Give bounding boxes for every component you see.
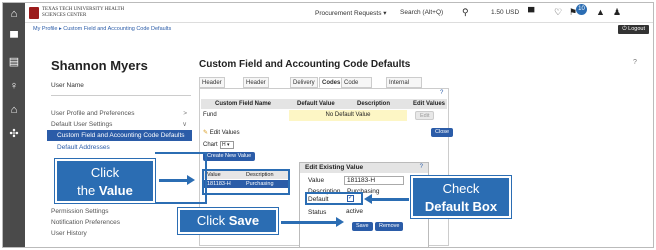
callout-text: Default Box [424,199,498,214]
tab-internal-information[interactable]: Internal Information [386,77,423,97]
callout-text: Click [90,165,120,180]
network-icon[interactable]: ✣ [7,127,21,141]
logout-button[interactable]: ⏻ Logout [618,25,649,34]
tab-header-int[interactable]: Header (int.) [199,77,225,97]
remove-button[interactable]: Remove [375,222,404,231]
sidebar-item-custom-field-defaults[interactable]: Custom Field and Accounting Code Default… [47,130,192,141]
heart-icon[interactable]: ♡ [554,7,562,18]
alert-icon[interactable]: ▲ [596,7,605,17]
orders-icon[interactable]: ♀ [7,79,21,93]
default-checkbox[interactable]: ✓ [347,195,354,202]
column-header: Custom Field Name [215,101,272,107]
documents-icon[interactable]: ▤ [7,55,21,69]
tab-code-favorites[interactable]: Code Favorites [341,77,372,97]
arrow-to-default [371,198,409,201]
sidebar-item-label: Notification Preferences [51,219,121,226]
dialog-help-icon[interactable]: ? [420,164,423,170]
search-field[interactable]: Search (Alt+Q) [400,9,443,16]
create-new-value-button[interactable]: Create New Value [203,152,256,161]
procurement-requests-menu[interactable]: Procurement Requests ▾ [315,9,387,17]
sidebar-item-label: User History [51,230,87,237]
chevron-down-icon: ▾ [225,142,230,148]
callout-text: Click [196,213,229,228]
check-default-callout: Check Default Box [411,176,511,218]
user-name-label: User Name [51,82,84,89]
cart-icon[interactable]: ▀ [7,31,21,45]
value-input[interactable]: 181183-H [344,176,404,185]
sidebar-item-label: Permission Settings [51,208,109,215]
value-label: Value [308,177,325,184]
arrow-head-icon [364,194,372,204]
pencil-icon: ✎ [203,130,209,136]
sidebar-item-notification-preferences[interactable]: Notification Preferences> [51,217,191,228]
notification-badge[interactable]: 10 [576,4,587,15]
university-name: TEXAS TECH UNIVERSITY HEALTH SCIENCES CE… [42,7,125,18]
sidebar-item-label: Default User Settings [51,121,113,128]
sidebar-item-default-settings[interactable]: Default User Settings ∨ [51,119,191,130]
bank-icon[interactable]: ⌂ [7,103,21,117]
click-value-callout: Click the Value [55,159,155,203]
column-header: Edit Values [413,101,446,107]
column-header: Value [207,172,221,178]
column-header: Description [357,101,391,107]
column-header: Description [246,172,274,178]
divider [51,95,191,96]
save-button[interactable]: Save [352,222,373,231]
tab-codes[interactable]: Codes [319,77,344,88]
table-row: Fund No Default Value Edit [201,110,447,121]
table-header: Custom Field Name Default Value Descript… [201,99,447,109]
panel-help-icon[interactable]: ? [440,90,443,96]
edit-values-label: Edit Values [209,130,240,136]
profile-name: Shannon Myers [51,58,148,73]
sidebar-item-user-profile[interactable]: User Profile and Preferences > [51,108,191,119]
help-icon[interactable]: ? [633,59,637,66]
value-list: Value Description 181183-H Purchasing [202,169,290,195]
user-icon[interactable]: ♟ [613,7,621,18]
chart-select[interactable]: H ▾ [220,141,234,149]
click-save-callout: Click Save [178,208,278,234]
value-list-header: Value Description [204,171,288,179]
edit-button[interactable]: Edit [415,111,435,120]
home-icon[interactable]: ⌂ [7,7,21,21]
bracket-highlight [155,152,207,204]
arrow-to-save [281,221,337,224]
sidebar-item-permission-settings[interactable]: Permission Settings> [51,206,191,217]
value-cell: 181183-H [207,181,231,187]
sidebar-item-user-history[interactable]: User History> [51,228,191,239]
status-value: active [346,208,363,215]
default-value-cell: No Default Value [289,110,407,121]
arrow-head-icon [336,217,344,227]
callout-text: Save [228,213,260,228]
breadcrumb[interactable]: My Profile ▸ Custom Field and Accounting… [33,26,171,32]
screenshot-frame: ⌂ ▀ ▤ ♀ ⌂ ✣ TEXAS TECH UNIVERSITY HEALTH… [2,2,654,248]
chart-label: Chart [203,142,218,148]
dialog-title: Edit Existing Value [300,163,428,173]
university-logo [29,7,39,19]
default-label: Default [308,196,329,203]
close-button[interactable]: Close [431,128,454,137]
status-label: Status [308,209,327,216]
search-icon[interactable]: ⚲ [462,7,469,18]
page-title: Custom Field and Accounting Code Default… [199,59,411,70]
edit-existing-value-dialog: Edit Existing Value ? Value 181183-H Des… [299,162,429,247]
field-name-cell: Fund [203,112,217,118]
callout-text: Check [442,181,480,196]
value-list-row[interactable]: 181183-H Purchasing [204,180,288,188]
sidebar-item-label: User Profile and Preferences [51,110,135,117]
left-nav: ⌂ ▀ ▤ ♀ ⌂ ✣ [3,3,25,247]
chevron-down-icon: ∨ [182,121,187,128]
chevron-right-icon: > [183,110,187,117]
edit-values-heading: ✎ Edit Values [203,129,240,136]
description-cell: Purchasing [246,181,274,187]
tab-delivery[interactable]: Delivery [290,77,318,88]
column-header: Default Value [297,101,335,107]
cart-icon[interactable]: ▀ [528,7,534,17]
cart-amount[interactable]: 1.50 USD [491,9,519,16]
callout-text: the Value [77,183,133,198]
tab-header-ext[interactable]: Header (ext.) [243,77,269,97]
logout-label: Logout [628,26,645,32]
top-bar: TEXAS TECH UNIVERSITY HEALTH SCIENCES CE… [25,3,653,23]
